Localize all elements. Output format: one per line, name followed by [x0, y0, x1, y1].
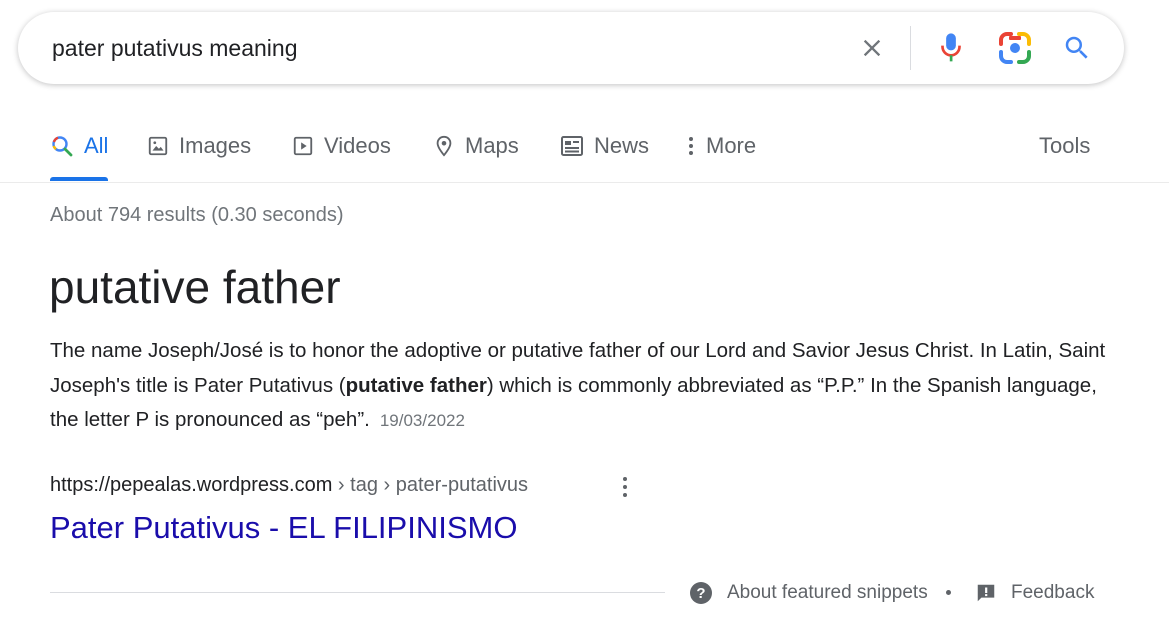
about-featured-snippets-label: About featured snippets	[727, 582, 928, 603]
more-vert-icon-dot	[623, 493, 627, 497]
result-title-link[interactable]: Pater Putativus - EL FILIPINISMO	[50, 510, 517, 546]
feedback-label: Feedback	[1011, 582, 1095, 603]
result-options-button[interactable]	[614, 474, 636, 500]
tools-button[interactable]: Tools	[1039, 128, 1090, 164]
svg-text:?: ?	[696, 585, 705, 602]
tab-all[interactable]: All	[50, 128, 108, 164]
search-icon	[1065, 36, 1088, 59]
clear-search-button[interactable]	[852, 28, 892, 68]
result-url[interactable]: https://pepealas.wordpress.com › tag › p…	[50, 474, 528, 497]
map-pin-icon	[433, 134, 455, 158]
tab-more-label: More	[706, 133, 757, 158]
snippet-date: 19/03/2022	[379, 411, 465, 430]
feedback-button[interactable]: Feedback	[975, 579, 1094, 607]
tab-more[interactable]: More	[684, 128, 756, 164]
more-vert-icon	[684, 135, 698, 157]
featured-snippet-title: putative father	[49, 261, 341, 313]
tab-videos[interactable]: Videos	[292, 128, 391, 164]
snippet-footer-divider	[50, 592, 665, 593]
tab-videos-label: Videos	[324, 133, 391, 158]
more-vert-icon-dot	[623, 477, 627, 481]
tab-news-label: News	[594, 133, 650, 158]
footer-separator-dot	[946, 590, 951, 595]
featured-snippet-text: The name Joseph/José is to honor the ado…	[50, 334, 1110, 439]
play-icon	[292, 135, 314, 157]
result-stats: About 794 results (0.30 seconds)	[50, 204, 344, 226]
image-icon	[147, 135, 169, 157]
result-domain: https://pepealas.wordpress.com	[50, 474, 333, 496]
search-box[interactable]: pater putativus meaning	[18, 12, 1124, 84]
image-search-button[interactable]	[995, 28, 1035, 68]
news-icon	[560, 135, 584, 157]
search-icon	[50, 134, 74, 158]
feedback-icon	[975, 582, 997, 604]
result-breadcrumb: › tag › pater-putativus	[332, 474, 529, 496]
tab-maps[interactable]: Maps	[433, 128, 519, 164]
microphone-icon	[941, 33, 961, 62]
snippet-text-bold: putative father	[345, 373, 487, 397]
more-vert-icon-dot	[623, 485, 627, 489]
tab-maps-label: Maps	[465, 133, 519, 158]
search-submit-button[interactable]	[1057, 28, 1097, 68]
tools-label: Tools	[1039, 133, 1091, 158]
tab-images[interactable]: Images	[147, 128, 251, 164]
active-tab-indicator	[50, 177, 108, 181]
help-icon: ?	[689, 581, 713, 605]
search-box-divider	[910, 26, 911, 70]
tabs-divider	[0, 182, 1169, 183]
close-icon	[863, 39, 881, 57]
search-input[interactable]: pater putativus meaning	[52, 12, 832, 84]
voice-search-button[interactable]	[931, 28, 971, 68]
tab-news[interactable]: News	[560, 128, 649, 164]
about-featured-snippets-button[interactable]: ? About featured snippets	[689, 579, 928, 607]
tab-images-label: Images	[179, 133, 252, 158]
camera-lens-icon	[999, 32, 1031, 64]
search-tabs: All Images Videos Maps News More Tools	[0, 118, 1169, 182]
tab-all-label: All	[84, 133, 109, 158]
